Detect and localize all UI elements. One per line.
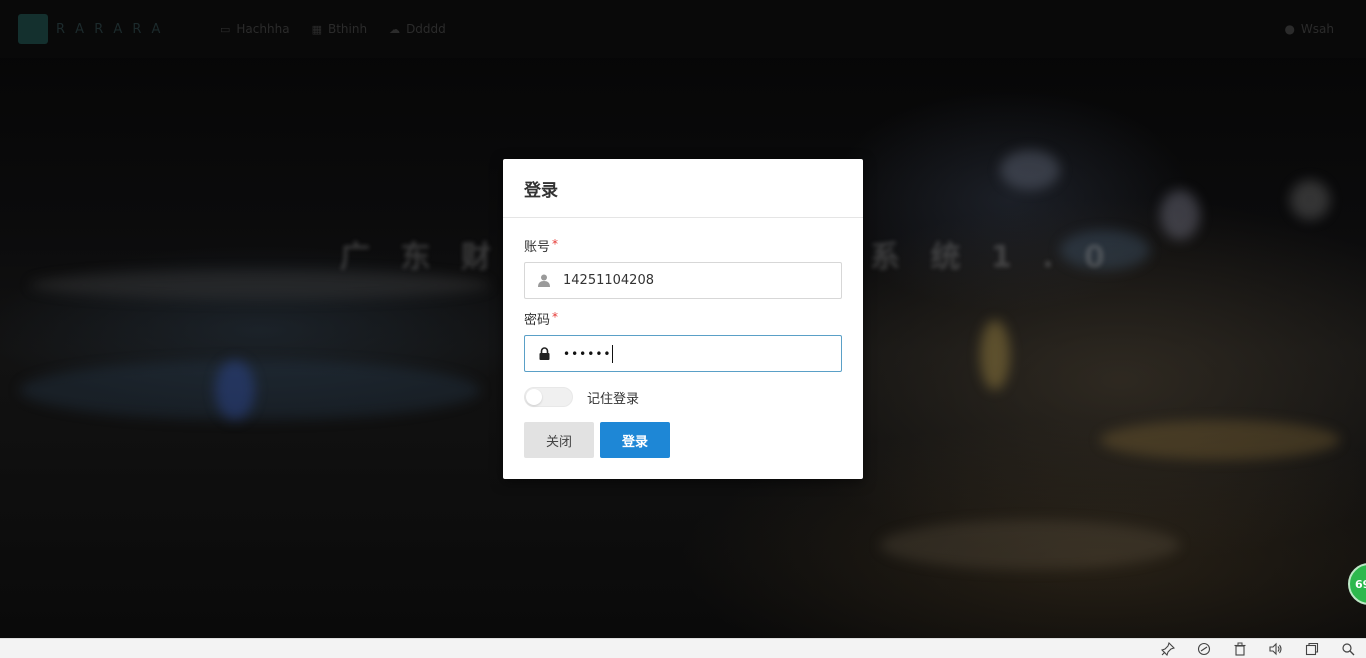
- monitor-icon: ▭: [220, 22, 231, 36]
- required-marker: *: [552, 237, 559, 251]
- toggle-knob: [526, 389, 542, 405]
- logo: [18, 14, 48, 44]
- volume-icon[interactable]: [1268, 641, 1284, 657]
- nav-user[interactable]: ● Wsah: [1284, 22, 1334, 36]
- user-icon: ●: [1284, 22, 1295, 36]
- grid-icon: ▦: [311, 22, 322, 36]
- remember-toggle[interactable]: [524, 387, 573, 407]
- window-icon[interactable]: [1304, 641, 1320, 657]
- brand-text: R A R A R A: [56, 21, 164, 37]
- password-label-text: 密码: [524, 313, 551, 328]
- dialog-header: 登录: [503, 159, 863, 218]
- nav-item-label: Ddddd: [406, 22, 446, 36]
- background-title-blur-right: 系 统 1 . 0: [870, 240, 1115, 275]
- refresh-icon[interactable]: [1196, 641, 1212, 657]
- required-marker: *: [552, 310, 559, 324]
- nav-item-label: Bthinh: [327, 22, 368, 36]
- top-navbar: R A R A R A ▭ Hachhha ▦ Bthinh ☁ Ddddd ●…: [0, 0, 1366, 58]
- password-input[interactable]: ••••••: [563, 339, 823, 369]
- search-icon[interactable]: [1340, 641, 1356, 657]
- remember-row: 记住登录: [524, 386, 842, 408]
- password-field[interactable]: ••••••: [524, 335, 842, 372]
- user-icon: [525, 274, 563, 287]
- nav-item-3[interactable]: ☁ Ddddd: [389, 22, 446, 36]
- nav-item-1[interactable]: ▭ Hachhha: [220, 22, 290, 36]
- close-button[interactable]: 关闭: [524, 422, 594, 458]
- username-label-text: 账号: [524, 240, 551, 255]
- login-dialog: 登录 账号 * 14251104208 密码 * •••••• 记住登录 关闭 …: [503, 159, 863, 479]
- trash-icon[interactable]: [1232, 641, 1248, 657]
- dialog-title: 登录: [524, 180, 558, 201]
- remember-label: 记住登录: [587, 391, 640, 407]
- dialog-body: 账号 * 14251104208 密码 * •••••• 记住登录 关闭 登录: [503, 237, 863, 458]
- password-label: 密码 *: [524, 310, 842, 329]
- nav-user-label: Wsah: [1300, 22, 1334, 36]
- system-tray: [0, 638, 1366, 658]
- lock-icon: [525, 347, 563, 360]
- login-button[interactable]: 登录: [600, 422, 670, 458]
- dialog-actions: 关闭 登录: [524, 422, 842, 458]
- nav-item-2[interactable]: ▦ Bthinh: [312, 22, 368, 36]
- cloud-icon: ☁: [389, 22, 401, 36]
- nav-item-label: Hachhha: [236, 22, 290, 36]
- text-caret: [612, 344, 614, 363]
- username-label: 账号 *: [524, 237, 842, 256]
- pin-icon[interactable]: [1160, 641, 1176, 657]
- badge-value: 69: [1355, 577, 1366, 591]
- username-field[interactable]: 14251104208: [524, 262, 842, 299]
- brand[interactable]: R A R A R A: [18, 14, 198, 44]
- password-mask: ••••••: [563, 346, 612, 361]
- username-input[interactable]: 14251104208: [563, 266, 823, 296]
